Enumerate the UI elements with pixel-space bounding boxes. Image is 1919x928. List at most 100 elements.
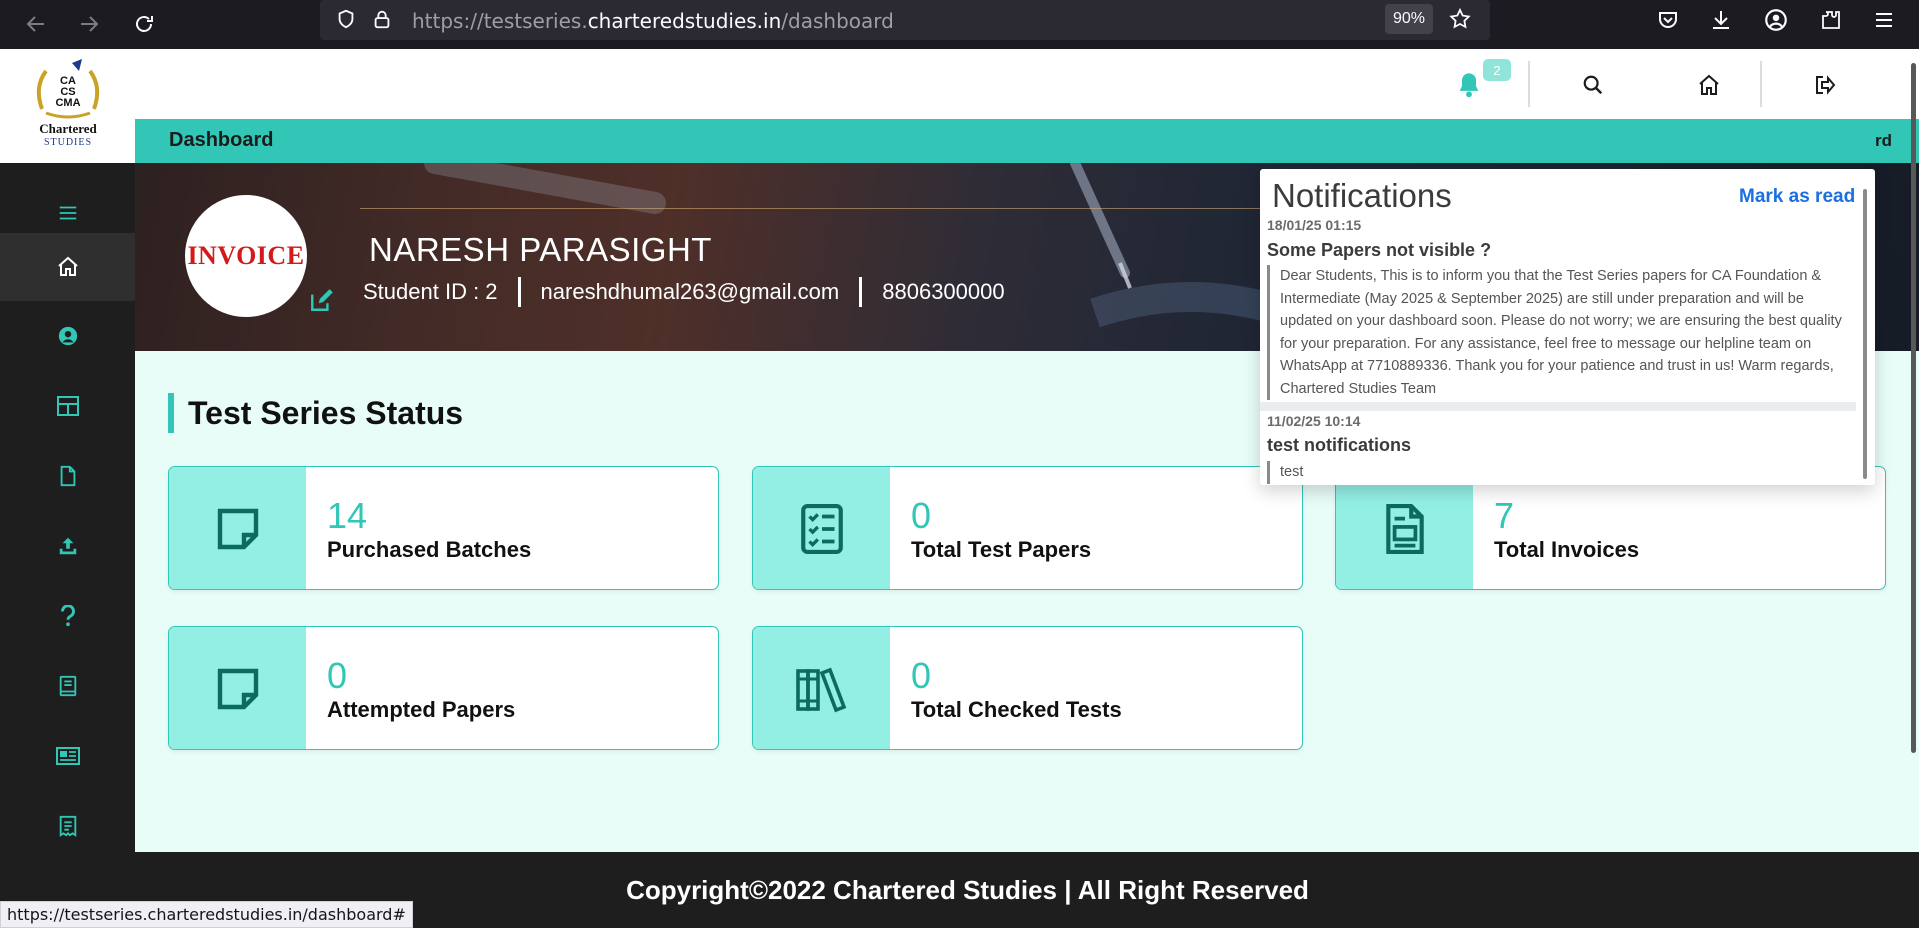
notification-title[interactable]: test notifications bbox=[1267, 435, 1411, 456]
notification-count-badge: 2 bbox=[1483, 59, 1511, 81]
home-button[interactable] bbox=[1691, 67, 1727, 103]
menu-icon bbox=[59, 206, 76, 220]
reload-icon bbox=[136, 16, 153, 32]
scrollbar-thumb[interactable] bbox=[1911, 63, 1916, 753]
url-text[interactable]: https://testseries.charteredstudies.in/d… bbox=[412, 9, 894, 33]
brand-logo[interactable]: CA CS CMA Chartered STUDIES bbox=[28, 57, 108, 155]
bell-icon bbox=[1459, 73, 1479, 98]
back-button[interactable] bbox=[18, 6, 54, 42]
account-icon[interactable] bbox=[1758, 2, 1794, 38]
notifications-button[interactable] bbox=[1451, 67, 1487, 103]
sidebar-item-papers[interactable] bbox=[0, 442, 135, 510]
student-name: NARESH PARASIGHT bbox=[369, 231, 712, 268]
page-title: Dashboard bbox=[169, 129, 274, 151]
card-value: 0 bbox=[911, 495, 932, 536]
link-status-bar: https://testseries.charteredstudies.in/d… bbox=[0, 901, 413, 928]
card-icon-box bbox=[169, 627, 306, 749]
notification-body: Dear Students, This is to inform you tha… bbox=[1267, 265, 1857, 400]
breadcrumb[interactable]: rd bbox=[1875, 131, 1892, 151]
logo-text-secondary: STUDIES bbox=[43, 137, 93, 148]
stat-card-total-checked-tests[interactable]: 0 Total Checked Tests bbox=[752, 626, 1303, 750]
download-icon[interactable] bbox=[1703, 2, 1739, 38]
arrow-right-icon bbox=[81, 16, 99, 32]
meta-separator bbox=[517, 277, 521, 307]
logout-button[interactable] bbox=[1807, 67, 1843, 103]
card-label: Total Test Papers bbox=[911, 537, 1092, 562]
notifications-scrollbar[interactable] bbox=[1863, 189, 1867, 479]
logo-area[interactable]: CA CS CMA Chartered STUDIES bbox=[0, 49, 135, 163]
edit-icon bbox=[311, 289, 333, 311]
search-button[interactable] bbox=[1575, 67, 1611, 103]
sidebar-item-upload[interactable] bbox=[0, 512, 135, 580]
meta-separator bbox=[859, 277, 863, 307]
card-icon-box bbox=[753, 467, 890, 589]
file-icon bbox=[60, 465, 75, 487]
header-divider bbox=[1528, 61, 1530, 107]
stat-card-total-test-papers[interactable]: 0 Total Test Papers bbox=[752, 466, 1303, 590]
card-label: Total Invoices bbox=[1494, 537, 1640, 562]
logo-text-primary: Chartered bbox=[39, 121, 97, 136]
home-icon bbox=[57, 256, 78, 276]
top-header: 2 bbox=[135, 49, 1919, 119]
stat-card-purchased-batches[interactable]: 14 Purchased Batches bbox=[168, 466, 719, 590]
sidebar-item-profile[interactable] bbox=[0, 302, 135, 370]
menu-hamburger-icon[interactable] bbox=[1866, 2, 1902, 38]
sidebar-item-help[interactable] bbox=[0, 582, 135, 650]
books-icon bbox=[795, 667, 846, 713]
forward-button[interactable] bbox=[71, 6, 107, 42]
card-value: 14 bbox=[327, 495, 368, 536]
checklist-icon bbox=[800, 504, 843, 554]
url-bar[interactable]: https://testseries.charteredstudies.in/d… bbox=[320, 0, 1490, 40]
section-title: Test Series Status bbox=[168, 393, 463, 433]
grid-icon bbox=[56, 396, 79, 416]
notification-date: 11/02/25 10:14 bbox=[1267, 413, 1361, 429]
url-prefix: https://testseries. bbox=[412, 9, 588, 33]
sidebar-item-home[interactable] bbox=[0, 233, 135, 301]
crest-cma: CMA bbox=[55, 97, 80, 109]
notification-date: 18/01/25 01:15 bbox=[1267, 217, 1362, 233]
card-label: Attempted Papers bbox=[327, 697, 516, 722]
sticky-note-icon bbox=[217, 668, 258, 710]
pocket-icon[interactable] bbox=[1650, 2, 1686, 38]
student-meta: Student ID : 2 nareshdhumal263@gmail.com… bbox=[363, 277, 1005, 307]
stat-card-attempted-papers[interactable]: 0 Attempted Papers bbox=[168, 626, 719, 750]
student-phone: 8806300000 bbox=[882, 279, 1005, 304]
home-outline-icon bbox=[1699, 74, 1719, 95]
zoom-level[interactable]: 90% bbox=[1385, 4, 1433, 34]
upload-icon bbox=[59, 537, 76, 555]
card-label: Total Checked Tests bbox=[911, 697, 1122, 722]
search-icon bbox=[1583, 75, 1603, 95]
notifications-title: Notifications bbox=[1272, 177, 1452, 214]
card-value: 7 bbox=[1494, 495, 1515, 536]
notification-title[interactable]: Some Papers not visible ? bbox=[1267, 240, 1491, 261]
edit-avatar-button[interactable] bbox=[307, 285, 337, 315]
url-path: /dashboard bbox=[781, 9, 894, 33]
help-icon bbox=[60, 605, 75, 627]
student-id: Student ID : 2 bbox=[363, 279, 498, 304]
avatar-text: INVOICE bbox=[187, 241, 305, 270]
user-icon bbox=[58, 326, 77, 346]
reload-button[interactable] bbox=[126, 6, 162, 42]
url-domain: charteredstudies.in bbox=[587, 9, 782, 33]
notifications-panel: Notifications Mark as read 18/01/25 01:1… bbox=[1260, 169, 1875, 485]
logout-icon bbox=[1816, 75, 1836, 95]
page-viewport: CA CS CMA Chartered STUDIES 2 Dashboard … bbox=[0, 49, 1919, 928]
shield-icon[interactable] bbox=[328, 1, 364, 37]
sidebar-item-results[interactable] bbox=[0, 792, 135, 860]
page-scrollbar[interactable] bbox=[1909, 49, 1919, 928]
bookmark-star-icon[interactable] bbox=[1442, 1, 1478, 37]
card-value: 0 bbox=[327, 655, 348, 696]
card-label: Purchased Batches bbox=[327, 537, 532, 562]
notification-body: test bbox=[1267, 461, 1857, 484]
invoice-icon bbox=[1385, 504, 1424, 554]
sidebar-item-dashboard-grid[interactable] bbox=[0, 372, 135, 440]
extensions-icon[interactable] bbox=[1813, 2, 1849, 38]
sidebar-item-books[interactable] bbox=[0, 652, 135, 720]
lock-icon[interactable] bbox=[364, 1, 400, 37]
avatar[interactable]: INVOICE bbox=[185, 195, 307, 317]
book-icon bbox=[59, 675, 76, 697]
sidebar-item-news[interactable] bbox=[0, 722, 135, 790]
mark-as-read-link[interactable]: Mark as read bbox=[1739, 186, 1855, 208]
banner-divider-line bbox=[360, 208, 1360, 209]
receipt-icon bbox=[59, 815, 76, 837]
